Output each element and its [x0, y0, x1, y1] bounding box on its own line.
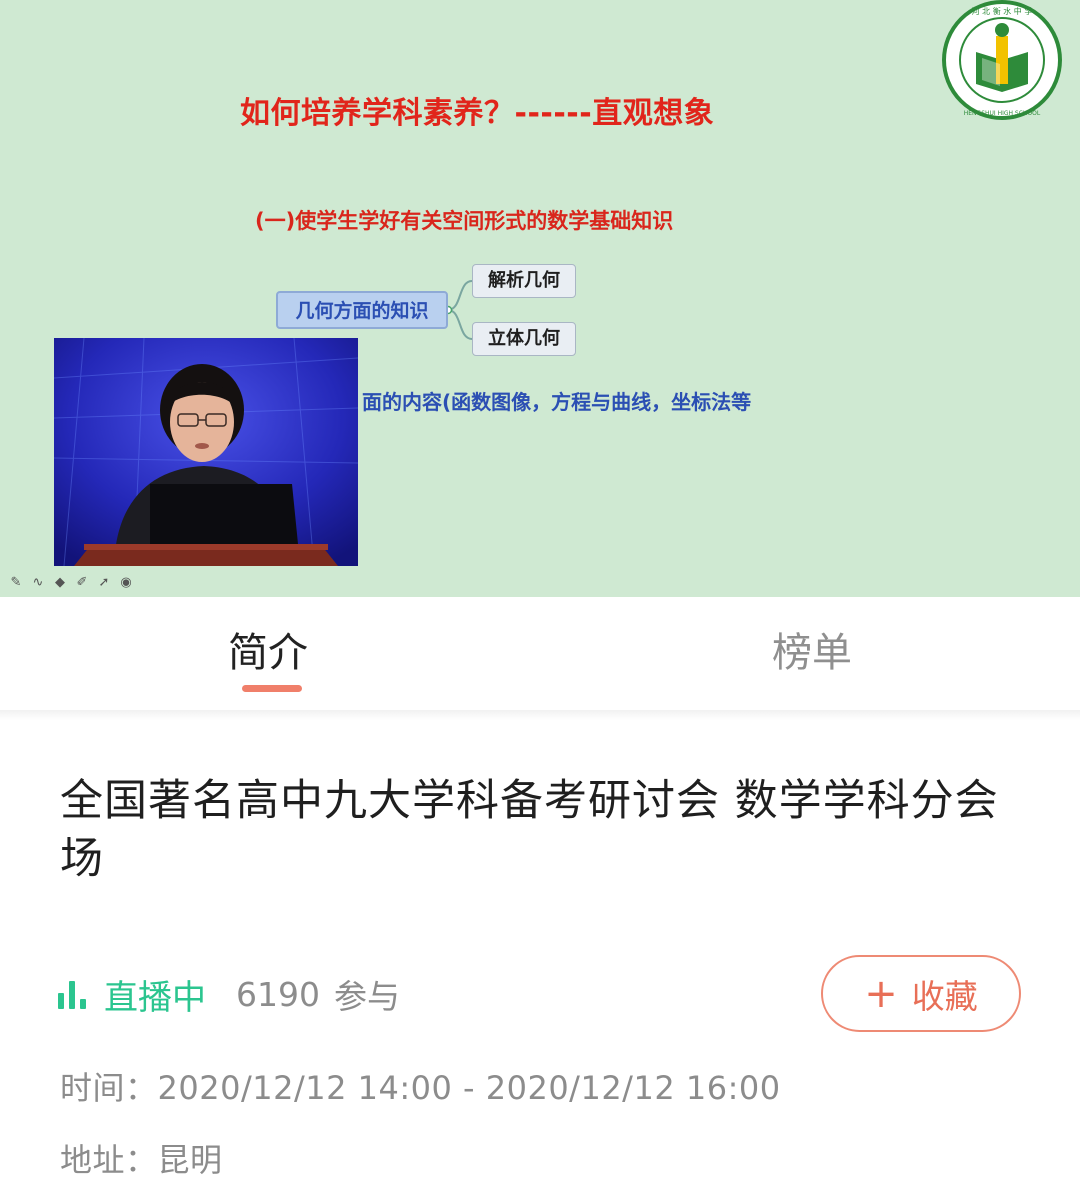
speaker-video-pip[interactable] — [54, 338, 358, 566]
time-label: 时间： — [60, 1069, 158, 1107]
pointer-icon[interactable]: ➚ — [96, 574, 112, 592]
curve-icon[interactable]: ∿ — [30, 574, 46, 592]
eraser-icon[interactable]: ◆ — [52, 574, 68, 592]
favorite-button[interactable]: + 收藏 — [821, 955, 1021, 1032]
svg-text:河 北 衡 水 中 学: 河 北 衡 水 中 学 — [972, 6, 1033, 16]
school-logo: 河 北 衡 水 中 学 HENGSHUI HIGH SCHOOL — [942, 0, 1062, 120]
live-bars-icon — [58, 979, 90, 1009]
favorite-label: 收藏 — [911, 976, 978, 1016]
participant-count: 6190 — [236, 974, 320, 1014]
svg-text:HENGSHUI HIGH SCHOOL: HENGSHUI HIGH SCHOOL — [964, 110, 1041, 117]
time-value: 2020/12/12 14:00 - 2020/12/12 16:00 — [157, 1069, 781, 1107]
mindmap-node-solid-geometry: 立体几何 — [472, 322, 576, 356]
tab-ranking[interactable]: 榜单 — [772, 625, 852, 681]
record-icon[interactable]: ◉ — [118, 574, 134, 592]
annotation-toolbar: ✎ ∿ ◆ ✐ ➚ ◉ — [8, 573, 134, 593]
address-value: 昆明 — [157, 1141, 223, 1179]
tab-bar: 简介 榜单 — [0, 597, 1080, 710]
plus-icon: + — [864, 970, 898, 1017]
event-title: 全国著名高中九大学科备考研讨会 数学学科分会场 — [60, 776, 999, 884]
live-status-row: 直播中 6190 参与 — [58, 968, 400, 1020]
highlighter-icon[interactable]: ✐ — [74, 574, 90, 592]
event-time: 时间：2020/12/12 14:00 - 2020/12/12 16:00 — [60, 1063, 781, 1109]
participant-label: 参与 — [333, 977, 400, 1016]
mindmap-root-node: 几何方面的知识 — [276, 291, 448, 329]
pen-icon[interactable]: ✎ — [8, 574, 24, 592]
video-player[interactable]: 如何培养学科素养？------直观想象 (一)使学生学好有关空间形式的数学基础知… — [0, 0, 1080, 597]
live-status: 直播中 — [104, 977, 206, 1018]
slide-text-line: 面的内容(函数图像，方程与曲线，坐标法等 — [362, 390, 752, 414]
tab-active-indicator — [242, 685, 302, 692]
event-address: 地址：昆明 — [60, 1135, 223, 1181]
address-label: 地址： — [60, 1141, 158, 1179]
tab-intro[interactable]: 简介 — [228, 625, 308, 681]
tab-divider — [0, 710, 1080, 720]
mindmap-node-analytic-geometry: 解析几何 — [472, 264, 576, 298]
speaker-image — [54, 338, 358, 566]
